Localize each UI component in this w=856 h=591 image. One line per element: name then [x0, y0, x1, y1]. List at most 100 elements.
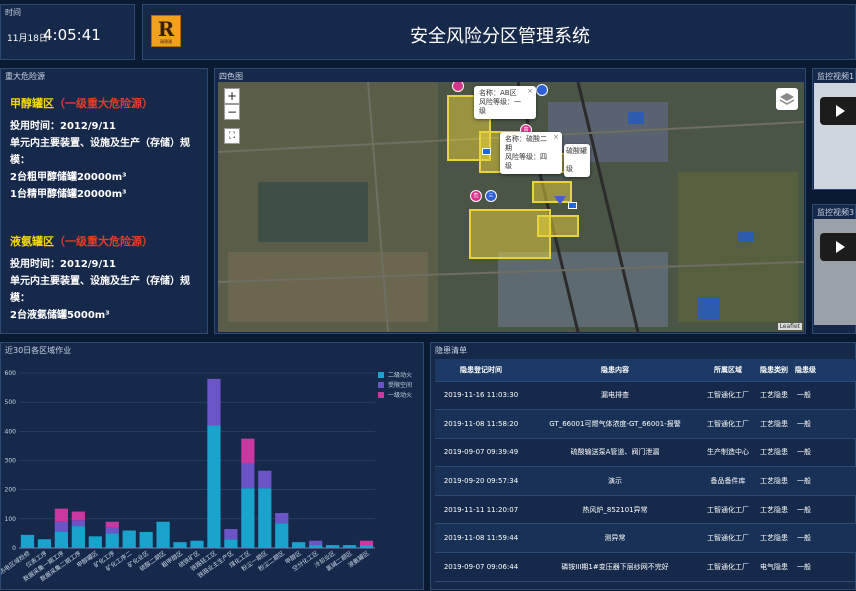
bar-segment	[241, 488, 255, 548]
map-marker-icon[interactable]	[536, 84, 548, 96]
zoom-in-button[interactable]: +	[224, 88, 240, 104]
bar-segment	[54, 521, 68, 532]
bar-segment	[88, 536, 102, 548]
layers-icon	[779, 93, 795, 105]
table-cell: 工智通化工厂	[703, 523, 753, 554]
map-marker-icon[interactable]: 三	[485, 190, 497, 202]
bar-segment	[190, 540, 204, 548]
popup-line: 名称：硫酸二	[505, 135, 547, 143]
satellite-map[interactable]: + − ⛶ 危 三 高 × 名称：AB区 风险等级：一 级 硫酸罐 级 × 名称…	[218, 82, 804, 332]
legend-swatch	[378, 382, 384, 388]
bar-segment	[20, 534, 35, 548]
clock: 4:05:41	[43, 26, 101, 44]
table-cell: 2019-11-16 11:03:30	[435, 381, 527, 411]
popup-close-icon[interactable]: ×	[527, 87, 533, 96]
hazard-line: 单元内主要装置、设施及生产（存储）规模：	[10, 138, 190, 166]
table-cell: 一般	[795, 438, 856, 468]
bar-segment	[342, 545, 357, 548]
table-cell: 备品备件库	[703, 466, 753, 496]
bar-segment	[275, 513, 289, 524]
bar-segment	[37, 539, 52, 548]
popup-line: 期	[505, 144, 512, 152]
hazard-line: 1台精甲醇储罐20000m³	[10, 189, 127, 200]
hazard-source-1: 甲醇罐区（一级重大危险源） 投用时间：2012/9/11 单元内主要装置、设施及…	[10, 95, 202, 203]
y-tick-label: 200	[5, 487, 17, 494]
hazard-line: 单元内主要装置、设施及生产（存储）规模：	[10, 276, 190, 304]
map-marker-icon[interactable]: 危	[470, 190, 482, 202]
hazard-panel: 重大危险源 甲醇罐区（一级重大危险源） 投用时间：2012/9/11 单元内主要…	[0, 68, 208, 334]
table-row[interactable]: 2019-11-08 11:58:20 GT_66001可燃气体浓度-GT_660…	[435, 409, 856, 439]
video-player[interactable]	[814, 83, 856, 189]
bar-segment	[156, 521, 170, 548]
column-header: 隐患级	[795, 359, 856, 382]
map-popup-sulfuric: × 名称：硫酸二 期 风险等级：四 级	[500, 132, 562, 174]
legend-swatch	[378, 372, 384, 378]
map-popup-partial: 硫酸罐 级	[564, 144, 590, 177]
location-marker-icon[interactable]	[554, 196, 566, 205]
bar-segment	[105, 521, 119, 528]
table-cell: 2019-11-08 11:58:20	[435, 409, 527, 439]
table-cell: 2019-11-11 11:20:07	[435, 495, 527, 525]
table-cell: 一般	[795, 466, 856, 496]
column-header: 隐患类别	[753, 359, 795, 382]
issues-title: 隐患清单	[435, 346, 467, 355]
table-row[interactable]: 2019-11-08 11:59:44 测异常 工智通化工厂 工艺隐患 一般	[435, 523, 856, 554]
bar-segment	[258, 488, 272, 548]
table-cell: 一般	[795, 552, 856, 582]
popup-line: 风险等级：四	[505, 153, 547, 161]
y-tick-label: 0	[12, 545, 16, 552]
bar-segment	[173, 542, 187, 548]
hazard-title: 重大危险源	[5, 72, 45, 81]
table-row[interactable]: 2019-11-11 11:20:07 热风炉_852101异常 工智通化工厂 工艺隐…	[435, 495, 856, 525]
hazard-line: 2台粗甲醇储罐20000m³	[10, 172, 127, 183]
stacked-bar-chart: 0100200300400500600热电区域检修仪表工序数据采集一期工序数据采…	[1, 370, 412, 583]
layers-button[interactable]	[776, 88, 798, 110]
popup-line: 风险等级：一	[479, 98, 521, 106]
table-cell: 2019-09-20 09:57:34	[435, 466, 527, 496]
bar-segment	[71, 526, 85, 548]
table-cell: 工艺隐患	[753, 409, 795, 439]
bar-segment	[54, 531, 68, 548]
popup-close-icon[interactable]: ×	[553, 133, 559, 142]
hazard-level: （一级重大危险源）	[54, 97, 153, 110]
video-panel-1: 监控视频1	[812, 68, 856, 190]
popup-line: 级	[505, 162, 512, 170]
camera-icon[interactable]	[482, 148, 491, 155]
table-row[interactable]: 2019-09-07 09:39:49 硫酸输送泵A管道、阀门泄漏 生产制造中心 工艺…	[435, 438, 856, 468]
hazard-name: 甲醇罐区	[10, 97, 54, 110]
play-icon[interactable]	[820, 97, 856, 125]
table-row[interactable]: 2019-09-20 09:57:34 演示 备品备件库 工艺隐患 一般	[435, 466, 856, 496]
table-cell: 工智通化工厂	[703, 409, 753, 439]
table-cell: 工艺隐患	[753, 523, 795, 554]
zoom-out-button[interactable]: −	[224, 104, 240, 120]
bar-segment	[207, 378, 221, 426]
popup-line: 硫酸罐	[566, 147, 587, 155]
header: R 瑞锦通 安全风险分区管理系统	[142, 4, 856, 60]
map-imagery	[218, 82, 804, 332]
issues-panel: 隐患清单 隐患登记时间 隐患内容 所属区域 隐患类别 隐患级 2019-11-1…	[430, 342, 856, 590]
play-icon[interactable]	[820, 233, 856, 261]
chart-panel: 近30日各区域作业 0 100 200 300 400 500 600 热电区域检修 仪表工序数…	[0, 342, 424, 590]
hazard-name: 液氨罐区	[10, 235, 54, 248]
camera-icon[interactable]	[568, 202, 577, 209]
table-cell: 热风炉_852101异常	[527, 495, 703, 525]
table-cell: 电气隐患	[753, 552, 795, 582]
column-header: 隐患登记时间	[435, 359, 527, 382]
bar-segment	[105, 527, 119, 534]
bar-segment	[326, 545, 340, 548]
bar-segment	[54, 508, 68, 522]
table-cell: 测异常	[527, 523, 703, 554]
map-attribution[interactable]: Leaflet	[777, 323, 802, 330]
map-title: 四色图	[219, 72, 243, 81]
bar-segment	[71, 520, 85, 527]
time-panel: 时间 11月18日 4:05:41	[0, 4, 135, 60]
video-player[interactable]	[814, 219, 856, 325]
popup-line: 级	[566, 165, 573, 173]
bar-segment	[309, 545, 323, 548]
table-cell: 一般	[795, 381, 856, 411]
table-cell: 一般	[795, 409, 856, 439]
table-row[interactable]: 2019-09-07 09:06:44 磷铵III期1#变压器下层纱网不完好 工智通…	[435, 552, 856, 582]
table-row[interactable]: 2019-11-16 11:03:30 漏电排查 工智通化工厂 工艺隐患 一般	[435, 381, 856, 411]
table-cell: 硫酸输送泵A管道、阀门泄漏	[527, 438, 703, 468]
fullscreen-button[interactable]: ⛶	[224, 128, 240, 144]
